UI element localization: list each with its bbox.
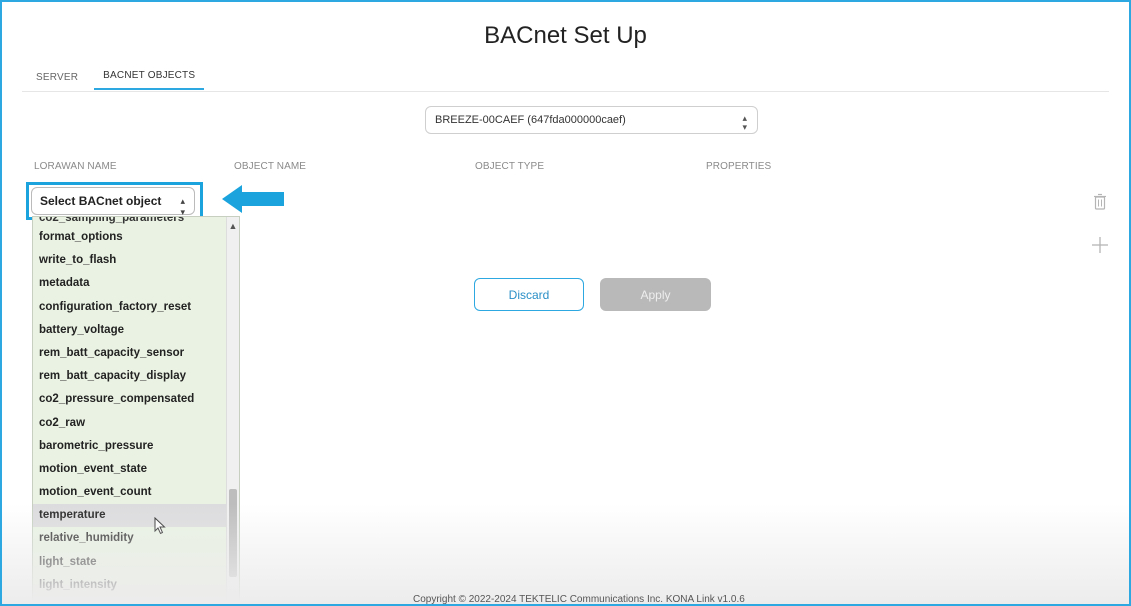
device-select[interactable]: BREEZE-00CAEF (647fda000000caef) ▴ ▾	[425, 106, 758, 134]
dropdown-scrollbar[interactable]: ▲	[226, 217, 239, 604]
dropdown-item[interactable]: metadata	[33, 272, 239, 295]
column-header-properties: PROPERTIES	[706, 161, 772, 172]
tab-bacnet-objects[interactable]: BACNET OBJECTS	[94, 70, 205, 90]
select-arrows-icon: ▴ ▾	[742, 113, 747, 132]
dropdown-item[interactable]: light_intensity	[33, 574, 239, 597]
bacnet-object-dropdown[interactable]: co2_sampling_parameters format_options w…	[32, 216, 240, 604]
annotation-highlight-box	[26, 182, 203, 220]
device-select-value: BREEZE-00CAEF (647fda000000caef)	[435, 114, 626, 126]
dropdown-item[interactable]: co2_pressure_compensated	[33, 388, 239, 411]
dropdown-item[interactable]: motion_event_count	[33, 481, 239, 504]
tab-divider	[22, 91, 1109, 92]
dropdown-item[interactable]: co2_raw	[33, 412, 239, 435]
column-header-object-name: OBJECT NAME	[234, 161, 307, 172]
tab-server[interactable]: SERVER	[30, 72, 84, 90]
dropdown-item[interactable]: write_to_flash	[33, 249, 239, 272]
dropdown-item-hovered[interactable]: temperature	[33, 504, 239, 528]
trash-icon[interactable]	[1091, 192, 1109, 212]
dropdown-item[interactable]: battery_voltage	[33, 319, 239, 342]
page-title: BACnet Set Up	[484, 22, 647, 49]
arrow-left-icon	[222, 185, 284, 213]
plus-icon[interactable]	[1091, 235, 1109, 255]
scroll-up-icon[interactable]: ▲	[227, 221, 239, 231]
dropdown-item[interactable]: light_state	[33, 551, 239, 574]
tab-bar: SERVER BACNET OBJECTS	[30, 70, 205, 90]
column-header-lorawan-name: LORAWAN NAME	[34, 161, 117, 172]
discard-button[interactable]: Discard	[474, 278, 584, 311]
scrollbar-thumb[interactable]	[229, 489, 237, 577]
mouse-pointer-icon	[154, 517, 166, 535]
dropdown-item[interactable]: rem_batt_capacity_display	[33, 365, 239, 388]
dropdown-item[interactable]: barometric_pressure	[33, 435, 239, 458]
footer-copyright: Copyright © 2022-2024 TEKTELIC Communica…	[413, 594, 745, 605]
dropdown-item[interactable]: motion_event_state	[33, 458, 239, 481]
apply-button[interactable]: Apply	[600, 278, 711, 311]
dropdown-item[interactable]: configuration_factory_reset	[33, 296, 239, 319]
dropdown-item[interactable]: relative_humidity	[33, 527, 239, 550]
app-window: BACnet Set Up SERVER BACNET OBJECTS BREE…	[0, 0, 1131, 606]
dropdown-item[interactable]: format_options	[33, 226, 239, 249]
dropdown-item[interactable]: rem_batt_capacity_sensor	[33, 342, 239, 365]
column-header-object-type: OBJECT TYPE	[475, 161, 545, 172]
dropdown-item[interactable]: co2_sampling_parameters	[33, 217, 239, 226]
